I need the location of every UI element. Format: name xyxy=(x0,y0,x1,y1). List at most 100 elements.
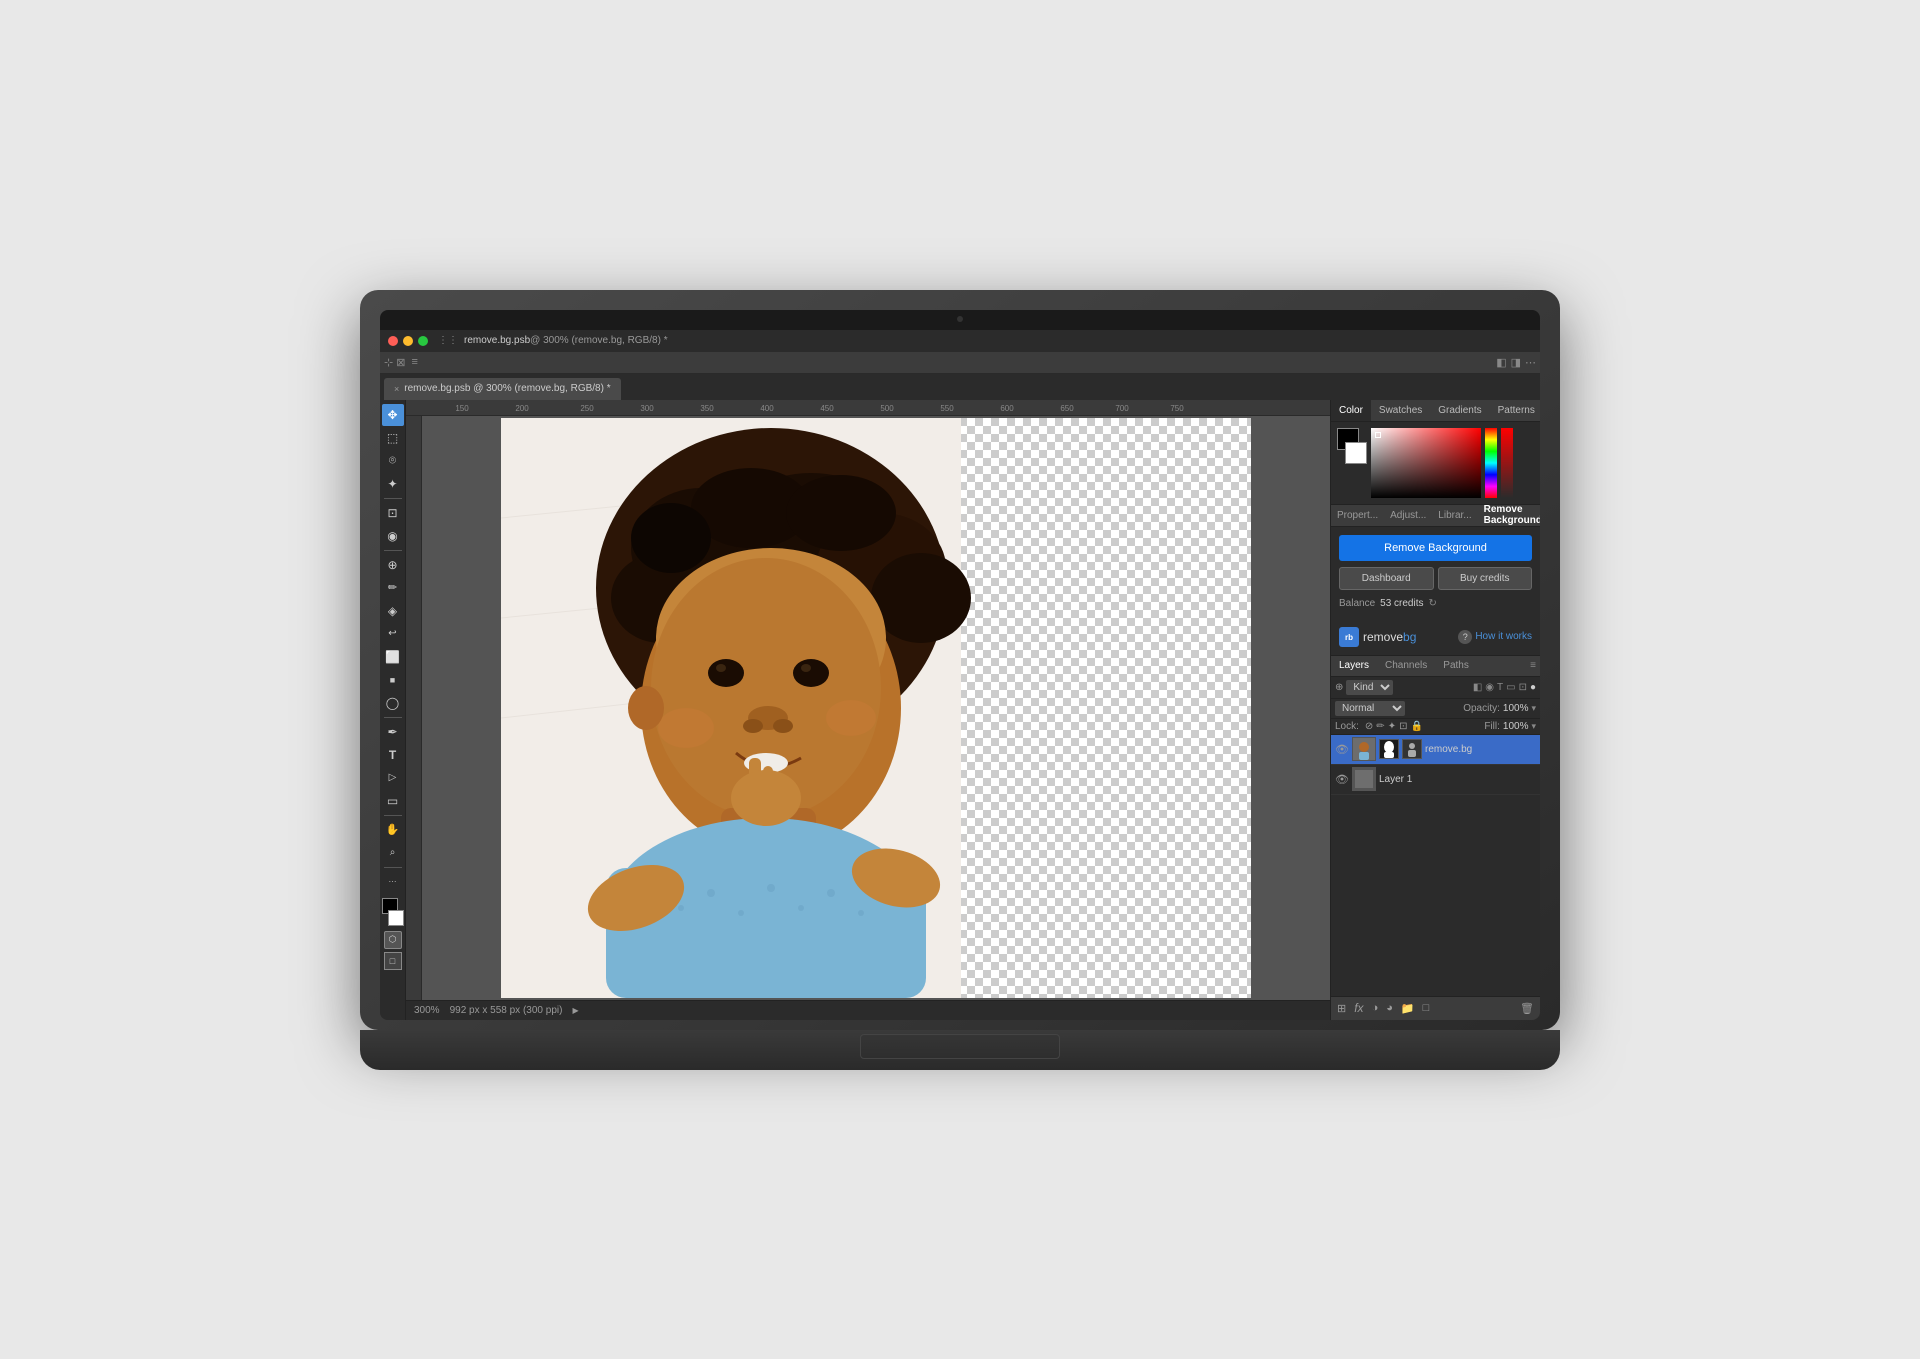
minimize-button[interactable] xyxy=(403,336,413,346)
text-tool[interactable]: T xyxy=(382,744,404,766)
zoom-tool[interactable]: ⌕ xyxy=(382,842,404,864)
screen-mode[interactable]: □ xyxy=(384,952,402,970)
eraser-tool[interactable]: ⬜ xyxy=(382,646,404,668)
filter-adjust-icon[interactable]: ◉ xyxy=(1485,682,1494,693)
tool-options-icons: ⊹ ⊠ xyxy=(384,356,406,369)
color-alpha-slider[interactable] xyxy=(1501,428,1513,498)
layer-item-1[interactable]: 👁 Layer 1 xyxy=(1331,765,1540,795)
maximize-button[interactable] xyxy=(418,336,428,346)
opacity-value[interactable]: 100% xyxy=(1503,703,1529,714)
right-panel-icon1[interactable]: ◧ xyxy=(1496,356,1506,369)
layer-visibility-removebg[interactable]: 👁 xyxy=(1335,742,1349,756)
prop-tab-adjustments[interactable]: Adjust... xyxy=(1384,508,1432,523)
layers-panel-menu[interactable]: ≡ xyxy=(1530,660,1536,671)
wand-tool[interactable]: ✦ xyxy=(382,473,404,495)
layer-person-icon xyxy=(1402,739,1422,759)
layer-item-removebg[interactable]: 👁 xyxy=(1331,735,1540,765)
blend-mode-select[interactable]: Normal xyxy=(1335,701,1405,716)
dodge-tool[interactable]: ◯ xyxy=(382,692,404,714)
color-swatches xyxy=(382,898,404,926)
quick-mask-mode[interactable]: ⬡ xyxy=(384,931,402,949)
opacity-chevron[interactable]: ▾ xyxy=(1531,703,1536,714)
adjustment-layer-icon[interactable]: ◕ xyxy=(1384,1000,1395,1016)
right-panel-icon2[interactable]: ◨ xyxy=(1511,356,1521,369)
prop-tab-libraries[interactable]: Librar... xyxy=(1432,508,1477,523)
fill-chevron[interactable]: ▾ xyxy=(1531,721,1536,732)
path-select-tool[interactable]: ▷ xyxy=(382,767,404,789)
delete-layer-icon[interactable]: 🗑 xyxy=(1518,1000,1536,1017)
color-hue-slider[interactable] xyxy=(1485,428,1497,498)
ruler-mark-600: 600 xyxy=(1000,404,1013,413)
lasso-tool[interactable]: ⌾ xyxy=(382,450,404,472)
background-swatch[interactable] xyxy=(1345,442,1367,464)
add-mask-icon[interactable]: ◑ xyxy=(1370,1000,1381,1016)
refresh-credits-icon[interactable]: ↻ xyxy=(1429,598,1437,609)
link-layers-icon[interactable]: ⊞ xyxy=(1335,1000,1348,1017)
lock-pixels-icon[interactable]: ✏ xyxy=(1376,721,1384,732)
tab-layers[interactable]: Layers xyxy=(1331,658,1377,673)
document-tab[interactable]: × remove.bg.psb @ 300% (remove.bg, RGB/8… xyxy=(384,378,621,400)
dashboard-button[interactable]: Dashboard xyxy=(1339,567,1434,590)
layer-visibility-1[interactable]: 👁 xyxy=(1335,772,1349,786)
menu-toggle-icon[interactable]: ⋮⋮ xyxy=(438,335,458,346)
pen-tool[interactable]: ✒ xyxy=(382,721,404,743)
move-tool[interactable]: ✥ xyxy=(382,404,404,426)
camera-dot xyxy=(957,316,963,322)
filter-pixel-icon[interactable]: ◧ xyxy=(1473,682,1482,693)
layers-panel-tabs: Layers Channels Paths ≡ xyxy=(1331,655,1540,677)
options-bar: ⊹ ⊠ ≡ ◧ ◨ ⋯ xyxy=(380,352,1540,374)
trackpad[interactable] xyxy=(860,1034,1060,1059)
tab-label: remove.bg.psb @ 300% (remove.bg, RGB/8) … xyxy=(404,383,610,394)
how-it-works-link[interactable]: ? How it works xyxy=(1458,630,1532,644)
layers-bottom-bar: ⊞ fx ◑ ◕ 📁 □ 🗑 xyxy=(1331,996,1540,1020)
screen-bezel: ⋮⋮ remove.bg.psb @ 300% (remove.bg, RGB/… xyxy=(380,310,1540,1020)
group-layers-icon[interactable]: 📁 xyxy=(1399,1000,1417,1017)
remove-background-button[interactable]: Remove Background xyxy=(1339,535,1532,561)
tab-channels[interactable]: Channels xyxy=(1377,658,1435,673)
color-saturation-box[interactable] xyxy=(1371,428,1481,498)
tab-paths[interactable]: Paths xyxy=(1435,658,1477,673)
new-layer-icon[interactable]: □ xyxy=(1421,1000,1432,1016)
question-icon: ? xyxy=(1458,630,1472,644)
crop-tool[interactable]: ⊡ xyxy=(382,502,404,524)
credits-value: 53 credits xyxy=(1380,598,1423,609)
background-color[interactable] xyxy=(388,910,404,926)
tab-close-icon[interactable]: × xyxy=(394,384,399,394)
filter-shape-icon[interactable]: ▭ xyxy=(1506,682,1515,693)
filter-smart-icon[interactable]: ⊡ xyxy=(1519,682,1527,693)
shape-tool[interactable]: ▭ xyxy=(382,790,404,812)
fill-value[interactable]: 100% xyxy=(1503,721,1529,732)
brush-tool[interactable]: ✏ xyxy=(382,577,404,599)
stamp-tool[interactable]: ◈ xyxy=(382,600,404,622)
close-button[interactable] xyxy=(388,336,398,346)
filter-type-icon[interactable]: T xyxy=(1497,682,1503,693)
history-tool[interactable]: ↩ xyxy=(382,623,404,645)
hand-tool[interactable]: ✋ xyxy=(382,819,404,841)
spot-heal-tool[interactable]: ⊕ xyxy=(382,554,404,576)
prop-tab-properties[interactable]: Propert... xyxy=(1331,508,1384,523)
lock-all-icon[interactable]: 🔒 xyxy=(1410,721,1422,732)
tab-swatches[interactable]: Swatches xyxy=(1371,400,1430,421)
select-tool[interactable]: ⬚ xyxy=(382,427,404,449)
lock-transparency-icon[interactable]: ⊘ xyxy=(1365,721,1373,732)
eyedrop-tool[interactable]: ◉ xyxy=(382,525,404,547)
tool-separator-1 xyxy=(384,498,402,499)
ruler-mark-500: 500 xyxy=(880,404,893,413)
prop-tab-removebg[interactable]: Remove Background xyxy=(1478,502,1540,528)
filter-toggle[interactable]: ● xyxy=(1530,682,1536,693)
tab-patterns[interactable]: Patterns xyxy=(1490,400,1540,421)
workspace-dropdown[interactable]: ⋯ xyxy=(1525,356,1536,369)
ruler-mark-150: 150 xyxy=(455,404,468,413)
tab-color[interactable]: Color xyxy=(1331,400,1371,421)
lock-position-icon[interactable]: ✦ xyxy=(1388,721,1396,732)
filter-type-icons: ◧ ◉ T ▭ ⊡ ● xyxy=(1473,682,1536,693)
tab-gradients[interactable]: Gradients xyxy=(1430,400,1489,421)
canvas-scroll-area[interactable] xyxy=(422,416,1330,1000)
fx-icon[interactable]: fx xyxy=(1352,999,1365,1017)
tab-details: @ 300% (remove.bg, RGB/8) * xyxy=(530,335,667,346)
more-tools[interactable]: ··· xyxy=(382,871,404,893)
buy-credits-button[interactable]: Buy credits xyxy=(1438,567,1533,590)
lock-artboard-icon[interactable]: ⊡ xyxy=(1399,721,1407,732)
gradient-tool[interactable]: ■ xyxy=(382,669,404,691)
filter-kind-select[interactable]: Kind xyxy=(1346,680,1393,695)
